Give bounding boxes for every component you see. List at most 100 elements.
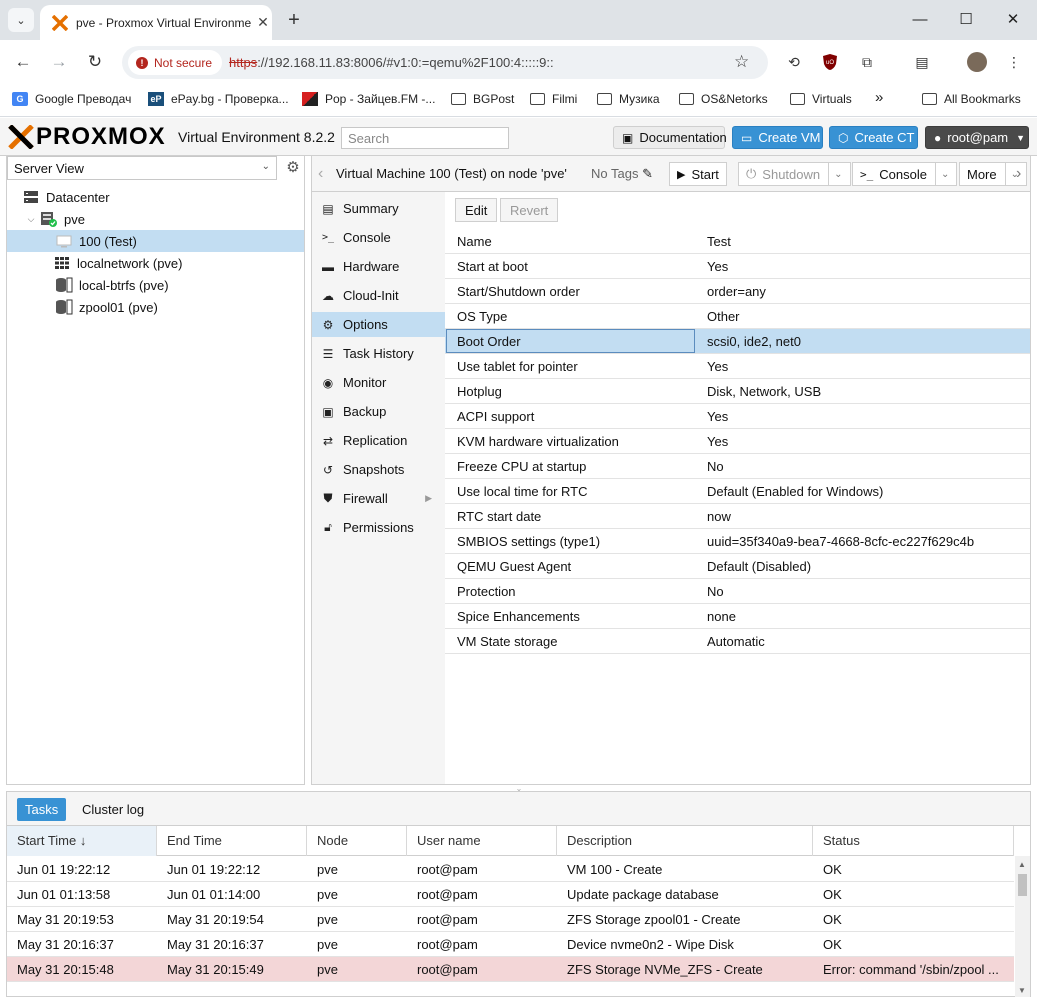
- bookmark-item[interactable]: eP ePay.bg - Проверка...: [148, 92, 289, 106]
- close-icon[interactable]: ✕: [255, 14, 271, 31]
- nav-console[interactable]: >_ Console: [312, 225, 446, 250]
- reload-icon[interactable]: ↻: [83, 50, 107, 74]
- tree-item-zpool01[interactable]: zpool01 (pve): [7, 296, 304, 318]
- nav-cloud-init[interactable]: ☁ Cloud-Init: [312, 283, 446, 308]
- minimize-icon[interactable]: —: [910, 10, 930, 30]
- nav-hardware[interactable]: ▬ Hardware: [312, 254, 446, 279]
- tree-item-local-btrfs[interactable]: local-btrfs (pve): [7, 274, 304, 296]
- bookmark-item[interactable]: Pop - Зайцев.FM -...: [302, 92, 435, 106]
- tree-item-datacenter[interactable]: Datacenter: [7, 186, 304, 208]
- option-row[interactable]: Use tablet for pointer Yes: [445, 354, 1030, 379]
- create-vm-button[interactable]: ▭ Create VM: [732, 126, 823, 149]
- create-ct-button[interactable]: ⬡ Create CT: [829, 126, 918, 149]
- option-row[interactable]: Use local time for RTC Default (Enabled f…: [445, 479, 1030, 504]
- option-row[interactable]: Spice Enhancements none: [445, 604, 1030, 629]
- chevron-down-icon[interactable]: ⌄: [828, 163, 843, 185]
- browser-menu-icon[interactable]: ⋮: [1004, 52, 1024, 72]
- nav-task-history[interactable]: ☰ Task History: [312, 341, 446, 366]
- nav-firewall[interactable]: ⛊ Firewall ▶: [312, 486, 446, 511]
- column-header[interactable]: End Time: [157, 826, 307, 856]
- tree-item-node-pve[interactable]: ⌵ pve: [7, 208, 304, 230]
- shutdown-button[interactable]: ⏻ Shutdown ⌄: [738, 162, 851, 186]
- scroll-down-icon[interactable]: ▼: [1018, 986, 1026, 995]
- avatar[interactable]: [967, 52, 987, 72]
- documentation-button[interactable]: ▣ Documentation: [613, 126, 727, 149]
- server-view-select[interactable]: Server View ⌄: [7, 156, 277, 180]
- edit-button[interactable]: Edit: [455, 198, 498, 222]
- option-row[interactable]: RTC start date now: [445, 504, 1030, 529]
- option-row[interactable]: KVM hardware virtualization Yes: [445, 429, 1030, 454]
- option-row[interactable]: VM State storage Automatic: [445, 629, 1030, 654]
- new-tab-button[interactable]: +: [283, 9, 305, 31]
- back-icon[interactable]: ←: [11, 50, 35, 74]
- start-button[interactable]: ▶ Start: [669, 162, 727, 186]
- nav-summary[interactable]: ▤ Summary: [312, 196, 446, 221]
- window-close-icon[interactable]: ✕: [1003, 10, 1023, 30]
- nav-replication[interactable]: ⇄ Replication: [312, 428, 446, 453]
- option-row[interactable]: Start/Shutdown order order=any: [445, 279, 1030, 304]
- bookmark-folder[interactable]: OS&Netorks: [679, 92, 768, 106]
- option-row[interactable]: OS Type Other: [445, 304, 1030, 329]
- maximize-icon[interactable]: ☐: [956, 10, 976, 30]
- user-menu-button[interactable]: ● root@pam ▼: [925, 126, 1029, 149]
- bookmark-folder[interactable]: BGPost: [451, 92, 514, 106]
- column-header[interactable]: User name: [407, 826, 557, 856]
- nav-snapshots[interactable]: ↺ Snapshots: [312, 457, 446, 482]
- column-header[interactable]: Status: [813, 826, 1014, 856]
- proxmox-logo[interactable]: PROXMOX: [8, 125, 166, 149]
- scroll-right-icon[interactable]: ›: [1016, 165, 1021, 183]
- tree-item-localnetwork[interactable]: localnetwork (pve): [7, 252, 304, 274]
- option-row[interactable]: Freeze CPU at startup No: [445, 454, 1030, 479]
- bookmark-star-icon[interactable]: ☆: [734, 52, 749, 72]
- column-header[interactable]: Node: [307, 826, 407, 856]
- option-row[interactable]: Hotplug Disk, Network, USB: [445, 379, 1030, 404]
- option-row[interactable]: QEMU Guest Agent Default (Disabled): [445, 554, 1030, 579]
- task-row[interactable]: Jun 01 01:13:58 Jun 01 01:14:00 pve root@pa…: [7, 882, 1014, 907]
- gear-icon[interactable]: ⚙: [283, 158, 303, 178]
- browser-tab[interactable]: pve - Proxmox Virtual Environment ✕: [40, 5, 272, 40]
- task-row[interactable]: Jun 01 19:22:12 Jun 01 19:22:12 pve root@pa…: [7, 857, 1014, 882]
- task-row[interactable]: May 31 20:16:37 May 31 20:16:37 pve root@pa…: [7, 932, 1014, 957]
- bookmarks-overflow-button[interactable]: »: [875, 89, 883, 106]
- tab-cluster-log[interactable]: Cluster log: [74, 798, 152, 821]
- forward-icon[interactable]: →: [47, 50, 71, 74]
- console-button[interactable]: >_ Console ⌄: [852, 162, 958, 186]
- nav-backup[interactable]: ▣ Backup: [312, 399, 446, 424]
- scrollbar-thumb[interactable]: [1018, 874, 1027, 896]
- revert-button[interactable]: Revert: [500, 198, 559, 222]
- not-secure-chip[interactable]: ! Not secure: [128, 50, 223, 75]
- sync-extension-icon[interactable]: ⟲: [784, 52, 804, 72]
- bookmark-folder[interactable]: Музика: [597, 92, 660, 106]
- tree-item-vm-100[interactable]: 100 (Test): [7, 230, 304, 252]
- search-input[interactable]: Search: [341, 127, 509, 149]
- column-header[interactable]: Description: [557, 826, 813, 856]
- nav-options[interactable]: ⚙ Options: [312, 312, 446, 337]
- tags-editor[interactable]: No Tags ✎: [591, 166, 653, 182]
- omnibox[interactable]: ! Not secure https://192.168.11.83:8006/…: [122, 46, 768, 79]
- bookmark-folder[interactable]: Filmi: [530, 92, 577, 106]
- url-text[interactable]: https://192.168.11.83:8006/#v1:0:=qemu%2…: [229, 55, 554, 70]
- bookmark-item[interactable]: G Google Преводач: [12, 92, 131, 106]
- bookmark-folder[interactable]: Virtuals: [790, 92, 852, 106]
- task-row[interactable]: May 31 20:19:53 May 31 20:19:54 pve root@pa…: [7, 907, 1014, 932]
- tab-tasks[interactable]: Tasks: [17, 798, 67, 821]
- reading-list-icon[interactable]: ▤: [912, 52, 932, 72]
- task-row[interactable]: May 31 20:15:48 May 31 20:15:49 pve root@pa…: [7, 957, 1014, 982]
- all-bookmarks-folder[interactable]: All Bookmarks: [922, 92, 1021, 106]
- nav-permissions[interactable]: 🔓︎ Permissions: [312, 515, 446, 540]
- option-row[interactable]: Name Test: [445, 229, 1030, 254]
- nav-monitor[interactable]: ◉ Monitor: [312, 370, 446, 395]
- option-row[interactable]: Protection No: [445, 579, 1030, 604]
- option-row[interactable]: Boot Order scsi0, ide2, net0: [445, 329, 1030, 354]
- option-row[interactable]: Start at boot Yes: [445, 254, 1030, 279]
- scroll-up-icon[interactable]: ▲: [1018, 860, 1026, 869]
- tab-search-button[interactable]: ⌄: [8, 8, 34, 32]
- chevron-down-icon[interactable]: ⌄: [934, 163, 949, 185]
- ublock-shield-icon[interactable]: uO: [820, 52, 840, 72]
- column-header[interactable]: Start Time ↓: [7, 826, 157, 856]
- option-row[interactable]: ACPI support Yes: [445, 404, 1030, 429]
- scroll-left-icon[interactable]: ‹: [318, 165, 323, 183]
- option-row[interactable]: SMBIOS settings (type1) uuid=35f340a9-bea…: [445, 529, 1030, 554]
- extensions-puzzle-icon[interactable]: ⧉: [857, 52, 877, 72]
- tasks-scrollbar[interactable]: ▲ ▼: [1015, 856, 1030, 997]
